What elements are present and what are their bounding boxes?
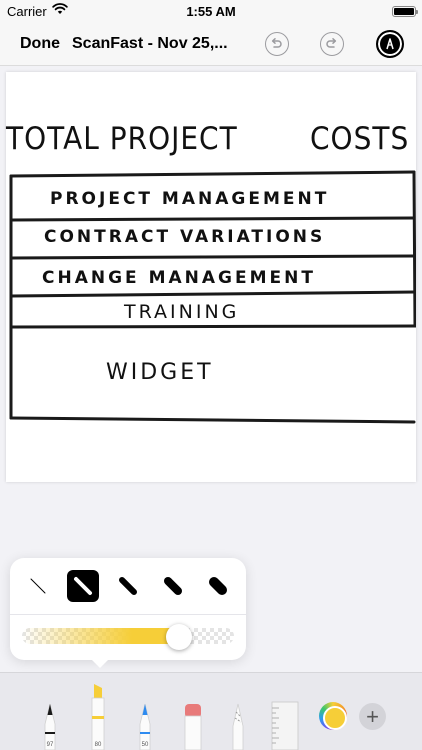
stroke-width-option[interactable]	[22, 570, 54, 602]
tool-palette: 97 80 50 +	[0, 672, 422, 750]
document-heading: TOTAL PROJECT COSTS	[6, 120, 408, 157]
stroke-width-icon	[209, 577, 227, 595]
undo-button[interactable]	[265, 32, 289, 56]
redo-button[interactable]	[320, 32, 344, 56]
opacity-slider-fill	[22, 628, 179, 644]
pencil-tool[interactable]: 50	[135, 688, 155, 750]
opacity-slider-track[interactable]	[22, 628, 234, 644]
document-page[interactable]: TOTAL PROJECT COSTS PROJECT MANAGEMENT C…	[6, 72, 416, 482]
marker-icon	[91, 684, 105, 750]
document-row: CONTRACT VARIATIONS	[44, 227, 326, 247]
stroke-width-icon	[30, 578, 46, 594]
undo-icon	[271, 38, 282, 48]
done-button[interactable]: Done	[20, 35, 60, 53]
stroke-width-icon	[119, 577, 137, 595]
stroke-width-option[interactable]	[157, 570, 189, 602]
color-picker-button[interactable]	[319, 702, 347, 730]
stroke-width-icon	[74, 577, 92, 595]
status-bar: Carrier 1:55 AM	[0, 0, 422, 22]
opacity-slider-thumb[interactable]	[165, 624, 192, 650]
pen-tool-label: 97	[46, 742, 54, 748]
stroke-width-option-selected[interactable]	[67, 570, 99, 602]
markup-button[interactable]	[376, 30, 404, 58]
markup-pen-icon	[386, 38, 394, 50]
heading-left-text: TOTAL PROJECT	[6, 120, 238, 157]
popover-divider	[10, 614, 246, 615]
add-button[interactable]: +	[359, 703, 386, 730]
stroke-width-option[interactable]	[112, 570, 144, 602]
tool-options-popover	[10, 558, 246, 668]
pencil-tool-label: 50	[141, 742, 149, 748]
battery-icon	[392, 6, 418, 17]
document-row: WIDGET	[106, 360, 214, 385]
opacity-slider[interactable]	[22, 624, 234, 650]
marker-tool[interactable]: 80	[87, 678, 109, 750]
eraser-icon	[184, 704, 202, 750]
lasso-icon	[232, 703, 244, 750]
ruler-tool[interactable]	[270, 688, 300, 750]
marker-tool-label: 80	[94, 742, 102, 748]
pencil-icon	[139, 703, 151, 750]
heading-right-text: COSTS	[310, 120, 410, 157]
eraser-tool[interactable]	[183, 688, 203, 750]
nav-bar: Done ScanFast - Nov 25,...	[0, 22, 422, 66]
stroke-width-icon	[164, 577, 182, 595]
pen-icon	[44, 703, 56, 750]
document-row: CHANGE MANAGEMENT	[42, 268, 316, 288]
lasso-tool[interactable]	[228, 688, 248, 750]
stroke-width-option[interactable]	[202, 570, 234, 602]
document-row: PROJECT MANAGEMENT	[50, 189, 330, 209]
clock: 1:55 AM	[186, 4, 236, 19]
page-title: ScanFast - Nov 25,...	[72, 35, 228, 52]
document-row: TRAINING	[124, 301, 240, 323]
ruler-icon	[271, 701, 299, 750]
redo-icon	[326, 38, 337, 48]
pen-tool[interactable]: 97	[40, 688, 60, 750]
